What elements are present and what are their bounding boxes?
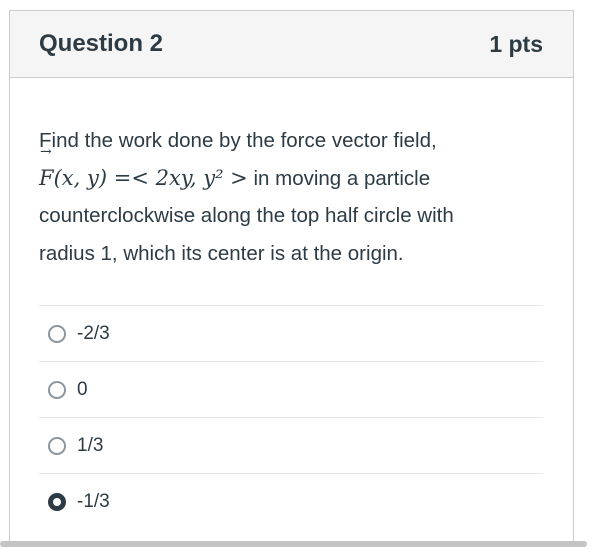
question-title: Question 2 xyxy=(39,30,164,57)
radio-button[interactable] xyxy=(48,324,66,343)
question-text: Find the work done by the force vector f… xyxy=(39,122,543,272)
formula-rhs: =< 2xy, y² > xyxy=(113,165,248,190)
question-points: 1 pts xyxy=(489,30,543,57)
vector-F-letter: F xyxy=(39,165,54,190)
radio-button[interactable] xyxy=(48,436,66,455)
radio-button-selected[interactable] xyxy=(48,493,66,511)
formula-args: (x, y) xyxy=(53,165,108,190)
question-header: Question 2 1 pts xyxy=(10,11,573,78)
vector-arrow-icon: → xyxy=(40,143,52,160)
question-text-line2: in moving a particle xyxy=(247,166,431,190)
question-card: Question 2 1 pts Find the work done by t… xyxy=(9,10,574,545)
question-body: Find the work done by the force vector f… xyxy=(10,78,573,530)
answer-label[interactable]: -2/3 xyxy=(77,323,110,345)
answer-label[interactable]: -1/3 xyxy=(77,491,110,513)
answer-option[interactable]: 1/3 xyxy=(39,418,543,474)
question-text-line4: radius 1, which its center is at the ori… xyxy=(39,241,404,265)
horizontal-scrollbar[interactable] xyxy=(0,541,587,547)
force-field-formula: → F(x, y) =< 2xy, y² > xyxy=(39,145,248,190)
answer-option[interactable]: 0 xyxy=(39,362,543,418)
answer-option[interactable]: -2/3 xyxy=(39,306,543,362)
vector-F: → F xyxy=(39,145,54,198)
question-text-line3: counterclockwise along the top half circ… xyxy=(39,204,454,227)
answer-label[interactable]: 1/3 xyxy=(77,435,103,457)
answer-label[interactable]: 0 xyxy=(77,379,88,401)
answer-list: -2/3 0 1/3 -1/3 xyxy=(39,305,543,530)
radio-button[interactable] xyxy=(48,380,66,399)
question-text-line1: Find the work done by the force vector f… xyxy=(39,129,437,152)
answer-option[interactable]: -1/3 xyxy=(39,474,543,530)
